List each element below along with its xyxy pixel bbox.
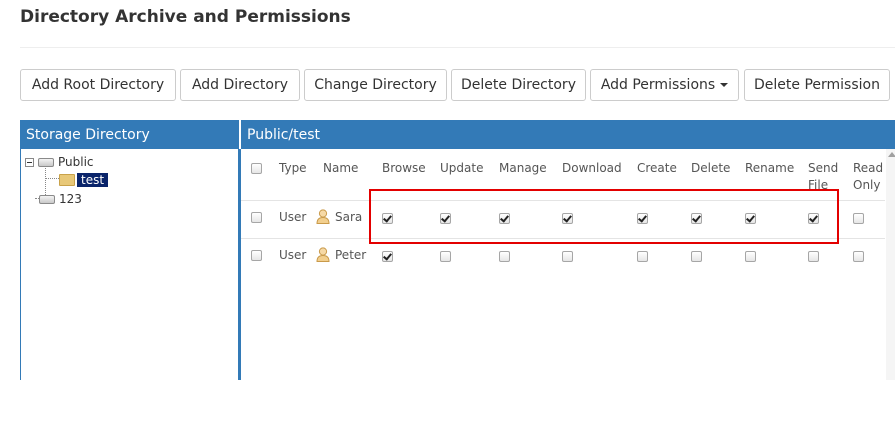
create-permission-checkbox[interactable]	[637, 251, 648, 262]
row-type: User	[279, 210, 307, 224]
update-permission-checkbox[interactable]	[440, 213, 451, 224]
download-permission-checkbox[interactable]	[562, 213, 573, 224]
send-file-permission-checkbox[interactable]	[808, 213, 819, 224]
storage-directory-header: Storage Directory	[20, 120, 239, 149]
permissions-grid: Type Name Browse Update Manage Download …	[239, 149, 895, 380]
tree-node-test[interactable]: test	[59, 172, 109, 188]
tree-node-123[interactable]: 123	[37, 191, 82, 207]
directory-tree: Public test 123	[20, 149, 239, 380]
add-root-directory-button[interactable]: Add Root Directory	[20, 69, 176, 101]
column-header-send-file: Send File	[808, 161, 839, 192]
browse-permission-checkbox[interactable]	[382, 251, 393, 262]
title-divider	[20, 47, 895, 48]
row-select-checkbox[interactable]	[251, 250, 262, 261]
delete-directory-label: Delete Directory	[461, 77, 576, 93]
folder-icon	[59, 174, 75, 186]
rename-permission-checkbox[interactable]	[745, 251, 756, 262]
add-directory-label: Add Directory	[191, 77, 289, 93]
user-icon	[316, 209, 330, 224]
delete-permission-checkbox[interactable]	[691, 251, 702, 262]
row-user-name: Sara	[335, 210, 363, 224]
delete-permission-button[interactable]: Delete Permission	[744, 69, 890, 101]
storage-directory-panel: Storage Directory Public test 123	[20, 120, 239, 380]
drive-icon	[39, 194, 55, 204]
column-header-browse: Browse	[382, 161, 426, 175]
column-header-read-only: Read Only	[853, 161, 884, 192]
permissions-panel: Public/test Type Name Browse Update Mana…	[239, 120, 895, 380]
collapse-toggle-icon[interactable]	[25, 157, 34, 167]
add-permissions-dropdown-button[interactable]: Add Permissions	[590, 69, 739, 101]
select-all-checkbox[interactable]	[251, 163, 262, 174]
update-permission-checkbox[interactable]	[440, 251, 451, 262]
column-header-name: Name	[323, 161, 359, 175]
row-type: User	[279, 248, 307, 262]
tree-node-public[interactable]: Public	[25, 154, 94, 170]
tree-node-label-selected: test	[77, 173, 109, 187]
column-header-create: Create	[637, 161, 677, 175]
rename-permission-checkbox[interactable]	[745, 213, 756, 224]
scroll-up-arrow-icon[interactable]	[888, 152, 895, 157]
row-divider	[241, 200, 885, 201]
read-only-permission-checkbox[interactable]	[853, 251, 864, 262]
delete-permission-checkbox[interactable]	[691, 213, 702, 224]
drive-icon	[38, 157, 54, 167]
send-file-permission-checkbox[interactable]	[808, 251, 819, 262]
column-header-type: Type	[279, 161, 307, 175]
read-only-permission-checkbox[interactable]	[853, 213, 864, 224]
tree-node-label: 123	[59, 192, 82, 206]
row-select-checkbox[interactable]	[251, 212, 262, 223]
page-title: Directory Archive and Permissions	[20, 7, 351, 27]
change-directory-button[interactable]: Change Directory	[304, 69, 447, 101]
column-header-rename: Rename	[745, 161, 795, 175]
user-icon	[316, 247, 330, 262]
tree-node-label: Public	[58, 155, 94, 169]
caret-down-icon	[720, 83, 729, 87]
column-header-download: Download	[562, 161, 622, 175]
create-permission-checkbox[interactable]	[637, 213, 648, 224]
download-permission-checkbox[interactable]	[562, 251, 573, 262]
add-directory-button[interactable]: Add Directory	[180, 69, 300, 101]
column-header-update: Update	[440, 161, 484, 175]
manage-permission-checkbox[interactable]	[499, 251, 510, 262]
delete-directory-button[interactable]: Delete Directory	[451, 69, 586, 101]
row-user-name: Peter	[335, 248, 367, 262]
tree-connector	[45, 178, 59, 179]
change-directory-label: Change Directory	[314, 77, 437, 93]
row-divider	[241, 238, 885, 239]
delete-permission-label: Delete Permission	[754, 77, 880, 93]
column-header-delete: Delete	[691, 161, 731, 175]
manage-permission-checkbox[interactable]	[499, 213, 510, 224]
column-header-manage: Manage	[499, 161, 547, 175]
browse-permission-checkbox[interactable]	[382, 213, 393, 224]
add-permissions-label: Add Permissions	[600, 77, 716, 93]
page: Directory Archive and Permissions Add Ro…	[0, 0, 895, 423]
vertical-scrollbar[interactable]	[886, 149, 895, 380]
permissions-path-header: Public/test	[239, 120, 895, 149]
add-root-directory-label: Add Root Directory	[31, 77, 165, 93]
